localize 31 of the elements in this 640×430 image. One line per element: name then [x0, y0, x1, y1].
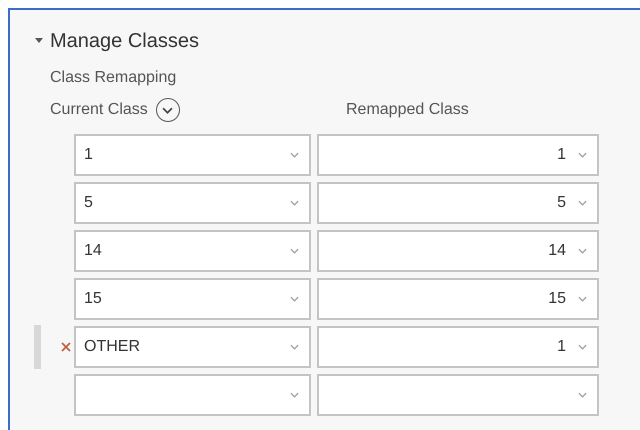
chevron-down-icon — [578, 152, 587, 158]
delete-icon[interactable] — [61, 342, 71, 352]
remapped-class-dropdown[interactable]: 14 — [317, 230, 599, 272]
chevron-down-icon — [290, 296, 299, 302]
current-class-dropdown[interactable]: 14 — [74, 230, 311, 272]
collapse-caret-icon[interactable] — [34, 37, 44, 45]
chevron-down-icon — [578, 200, 587, 206]
chevron-down-icon — [162, 106, 174, 114]
chevron-down-icon — [290, 248, 299, 254]
current-class-dropdown[interactable]: 15 — [74, 278, 311, 320]
column-header: Current Class — [50, 100, 148, 120]
chevron-down-icon — [290, 200, 299, 206]
chevron-down-icon — [290, 392, 299, 398]
chevron-down-icon — [578, 248, 587, 254]
remapped-class-dropdown[interactable]: 5 — [317, 182, 599, 224]
chevron-down-icon — [290, 344, 299, 350]
column-header: Remapped Class — [346, 100, 469, 120]
current-class-dropdown[interactable]: 5 — [74, 182, 311, 224]
chevron-down-icon — [578, 296, 587, 302]
subtitle: Class Remapping — [50, 68, 176, 88]
section-title: Manage Classes — [50, 29, 199, 54]
remapped-class-dropdown[interactable]: 1 — [317, 326, 599, 368]
current-class-dropdown[interactable]: OTHER — [74, 326, 311, 368]
remapped-class-dropdown[interactable]: 1 — [317, 134, 599, 176]
row-handle[interactable] — [34, 325, 41, 369]
expand-button[interactable] — [156, 98, 180, 122]
remapped-class-dropdown[interactable]: 15 — [317, 278, 599, 320]
chevron-down-icon — [578, 344, 587, 350]
current-class-dropdown[interactable]: 1 — [74, 134, 311, 176]
chevron-down-icon — [578, 392, 587, 398]
chevron-down-icon — [290, 152, 299, 158]
